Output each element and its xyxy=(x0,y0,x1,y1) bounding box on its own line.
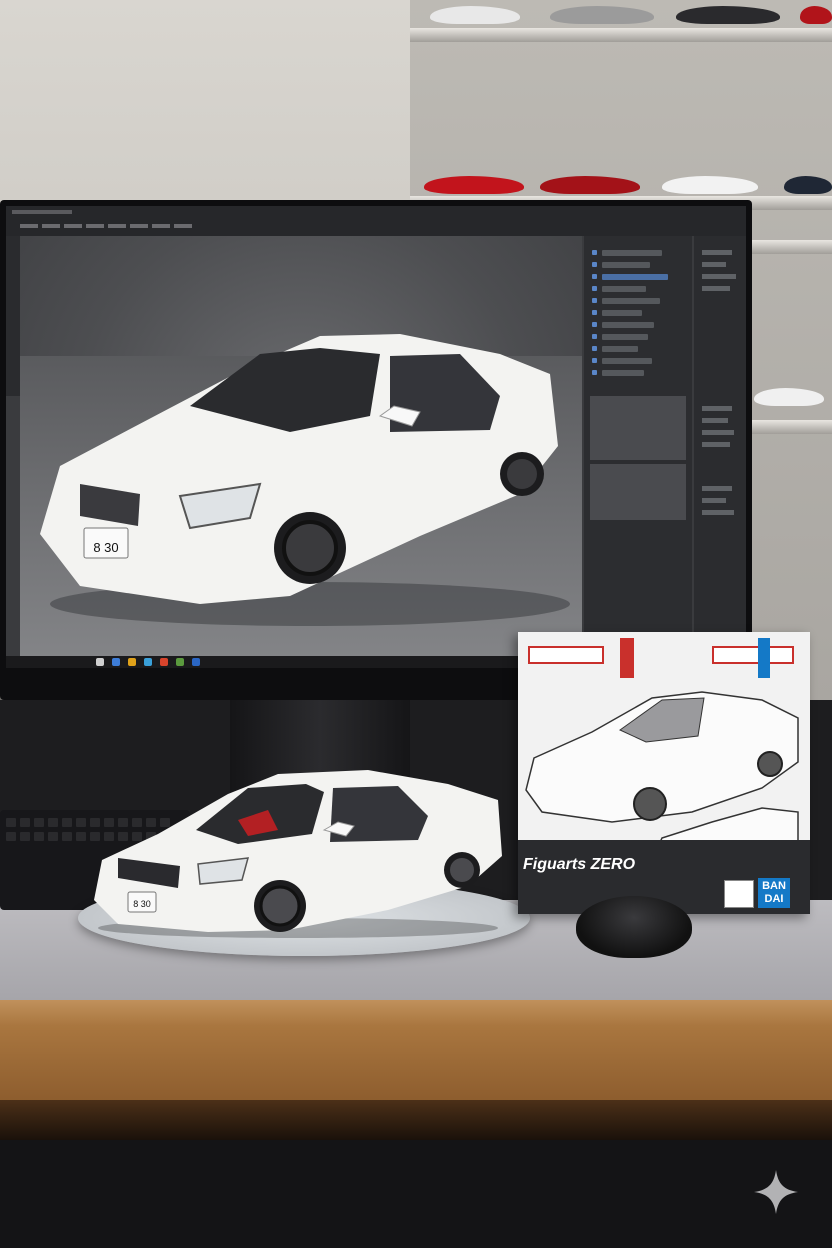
miniature-car xyxy=(754,388,824,406)
desk-edge xyxy=(0,1100,832,1140)
miniature-car xyxy=(784,176,832,194)
3d-viewport[interactable]: 8 30 xyxy=(20,236,582,656)
outliner-panel[interactable] xyxy=(584,236,692,656)
bandai-logo: BAN DAI xyxy=(758,878,790,908)
shelf-board xyxy=(410,28,832,42)
preview-thumbnail[interactable] xyxy=(590,396,686,460)
shelf-board xyxy=(752,240,832,254)
model-plate: 8 30 xyxy=(133,899,151,909)
desk xyxy=(0,990,832,1110)
tamashii-logo-icon xyxy=(724,880,754,908)
miniature-car xyxy=(430,6,520,24)
preview-thumbnail[interactable] xyxy=(590,464,686,520)
miniature-car xyxy=(540,176,640,194)
box-title: Figuarts ZERO xyxy=(523,856,636,873)
render-plate: 8 30 xyxy=(93,540,118,555)
bandai-logo-line1: BAN xyxy=(762,880,786,892)
computer-mouse[interactable] xyxy=(576,896,692,958)
miniature-car xyxy=(550,6,654,24)
miniature-car xyxy=(424,176,524,194)
properties-panel[interactable] xyxy=(694,236,746,656)
model-car: 8 30 xyxy=(94,770,502,938)
miniature-car xyxy=(662,176,758,194)
monitor-screen: 8 30 xyxy=(6,206,746,668)
app-menubar xyxy=(6,206,746,236)
miniature-car xyxy=(800,6,832,24)
under-desk xyxy=(0,1140,832,1248)
sparkle-icon xyxy=(754,1170,798,1214)
shelf-board xyxy=(752,420,832,434)
car-render: 8 30 xyxy=(40,334,570,626)
bandai-logo-line2: DAI xyxy=(764,893,784,905)
miniature-car xyxy=(676,6,780,24)
tool-panel[interactable] xyxy=(6,236,20,396)
